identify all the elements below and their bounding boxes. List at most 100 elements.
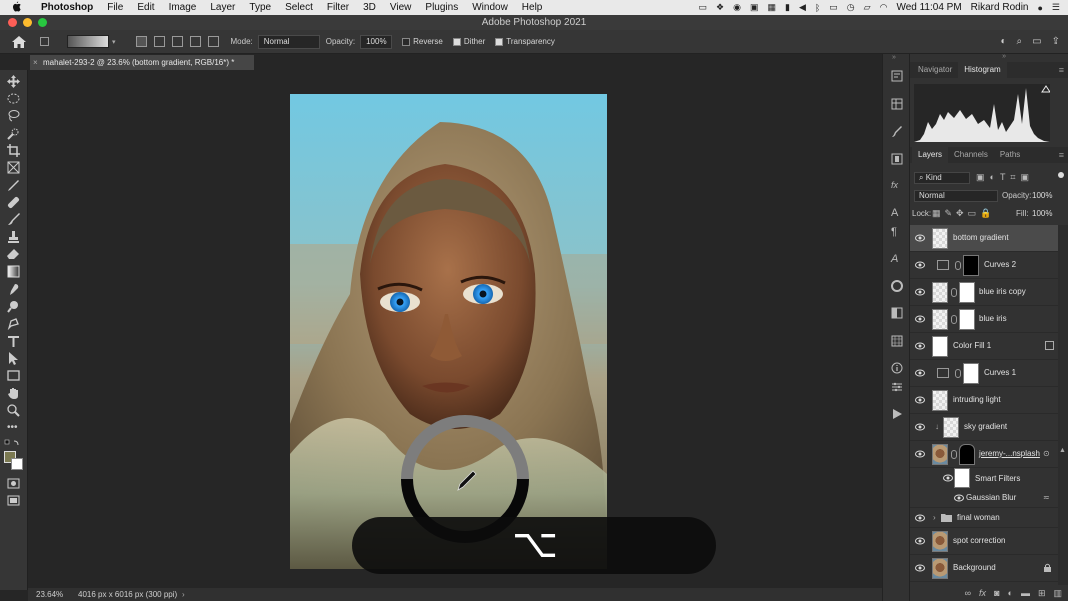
reverse-checkbox[interactable]: [402, 37, 411, 46]
menu-window[interactable]: Window: [465, 2, 515, 13]
reflected-gradient-button[interactable]: [189, 36, 201, 47]
eye-icon[interactable]: [915, 423, 925, 431]
eye-icon[interactable]: [915, 369, 925, 377]
link-icon[interactable]: [955, 369, 961, 378]
canvas-area[interactable]: [28, 70, 870, 588]
delete-layer-icon[interactable]: ▥: [1053, 588, 1062, 599]
new-group-icon[interactable]: ▬: [1021, 588, 1030, 598]
status-chevron-icon[interactable]: ›: [182, 588, 185, 601]
layer-row-color-fill-1[interactable]: Color Fill 1: [910, 333, 1058, 360]
paragraph-icon[interactable]: ¶: [891, 226, 903, 238]
brush-tool-icon[interactable]: [7, 213, 20, 226]
tab-paths[interactable]: Paths: [994, 147, 1026, 163]
scroll-up-icon[interactable]: ▲: [1059, 447, 1066, 454]
layer-row-smart-filters[interactable]: Smart Filters: [910, 468, 1058, 488]
minimize-window-button[interactable]: [23, 18, 32, 27]
rectangle-tool-icon[interactable]: [7, 369, 20, 382]
filter-options-icon[interactable]: ≂: [1043, 493, 1052, 502]
crop-tool-icon[interactable]: [7, 144, 20, 157]
menu-user[interactable]: Rikard Rodin: [971, 2, 1029, 13]
frame-tool-icon[interactable]: [7, 161, 20, 174]
expand-arrows-icon[interactable]: »: [1002, 53, 1006, 60]
menu-3d[interactable]: 3D: [356, 2, 383, 13]
eye-icon[interactable]: [915, 234, 925, 242]
eye-icon[interactable]: [915, 396, 925, 404]
properties-icon[interactable]: [891, 381, 903, 393]
layer-filter-icons[interactable]: ▣◐T⌗▣: [976, 172, 1034, 183]
layer-opacity-value[interactable]: 100%: [1032, 191, 1052, 200]
opacity-field[interactable]: 100%: [360, 34, 393, 49]
actions-play-icon[interactable]: [891, 408, 903, 420]
add-mask-icon[interactable]: ◙: [994, 588, 999, 598]
control-center-icon[interactable]: ☰: [1052, 2, 1060, 13]
home-icon[interactable]: [12, 35, 26, 48]
more-tools-icon[interactable]: •••: [7, 422, 20, 435]
search-icon[interactable]: ⌕: [1017, 36, 1023, 47]
angle-gradient-button[interactable]: [171, 36, 183, 47]
eye-icon[interactable]: [915, 514, 925, 522]
eye-icon[interactable]: [915, 315, 925, 323]
record-icon[interactable]: ◉: [733, 2, 741, 13]
layer-mask-thumbnail[interactable]: [959, 309, 975, 330]
eye-icon[interactable]: [915, 537, 925, 545]
tab-histogram[interactable]: Histogram: [958, 62, 1007, 78]
eye-icon[interactable]: [915, 261, 925, 269]
eye-icon[interactable]: [915, 564, 925, 572]
layer-row-sky-gradient[interactable]: ↓ sky gradient: [910, 414, 1058, 441]
link-icon[interactable]: [951, 288, 957, 297]
user-icon[interactable]: ◐: [1001, 36, 1007, 47]
path-selection-tool-icon[interactable]: [7, 352, 20, 365]
layer-row-jeremy-unsplash[interactable]: jeremy-...nsplash ⊙: [910, 441, 1058, 468]
tab-navigator[interactable]: Navigator: [912, 62, 958, 78]
siri-icon[interactable]: ●: [1037, 3, 1042, 13]
eye-icon[interactable]: [943, 474, 953, 482]
smart-filter-mask-thumbnail[interactable]: [954, 468, 970, 488]
radial-gradient-button[interactable]: [153, 36, 165, 47]
layer-row-blue-iris[interactable]: blue iris: [910, 306, 1058, 333]
layer-row-spot-correction[interactable]: spot correction: [910, 528, 1058, 555]
lock-icons[interactable]: ▦✎✥▭🔒: [932, 208, 995, 219]
link-icon[interactable]: [955, 261, 961, 270]
smart-filter-badge-icon[interactable]: ⊙: [1043, 449, 1052, 458]
screen-mode-icon[interactable]: [7, 494, 20, 507]
quick-mask-icon[interactable]: [7, 477, 20, 490]
chevron-right-icon[interactable]: ›: [933, 513, 936, 522]
type-tool-icon[interactable]: [7, 335, 20, 348]
bookmark-icon[interactable]: ▮: [785, 2, 790, 13]
layer-mask-thumbnail[interactable]: [959, 444, 975, 465]
share-icon[interactable]: ⇪: [1052, 36, 1060, 47]
glyphs-icon[interactable]: A: [891, 253, 903, 265]
diamond-gradient-button[interactable]: [207, 36, 219, 47]
airplay-icon[interactable]: ▱: [864, 2, 871, 13]
layer-row-curves-2[interactable]: Curves 2: [910, 252, 1058, 279]
dither-checkbox[interactable]: [452, 37, 461, 46]
close-tab-icon[interactable]: ×: [33, 55, 38, 70]
blend-mode-select[interactable]: Normal: [914, 190, 998, 202]
menu-help[interactable]: Help: [515, 2, 550, 13]
layer-row-intruding-light[interactable]: intruding light: [910, 387, 1058, 414]
add-style-icon[interactable]: fx: [979, 588, 986, 598]
lasso-tool-icon[interactable]: [7, 109, 20, 122]
menu-select[interactable]: Select: [278, 2, 320, 13]
linear-gradient-button[interactable]: [135, 36, 147, 47]
tab-channels[interactable]: Channels: [948, 147, 994, 163]
layer-filter-kind[interactable]: ⌕ Kind: [914, 172, 970, 184]
color-wheel-icon[interactable]: [891, 280, 903, 292]
eyedropper-tool-icon[interactable]: [7, 179, 20, 192]
gradient-swatch[interactable]: [67, 35, 109, 48]
layers-menu-icon[interactable]: ≡: [1059, 150, 1064, 160]
layer-row-blue-iris-copy[interactable]: blue iris copy: [910, 279, 1058, 306]
menu-image[interactable]: Image: [162, 2, 204, 13]
hand-tool-icon[interactable]: [7, 387, 20, 400]
menu-edit[interactable]: Edit: [130, 2, 161, 13]
menu-type[interactable]: Type: [242, 2, 278, 13]
layer-mask-thumbnail[interactable]: [963, 255, 979, 276]
mode-select[interactable]: Normal: [257, 34, 320, 49]
menu-file[interactable]: File: [100, 2, 130, 13]
layer-row-background[interactable]: Background: [910, 555, 1058, 582]
smudge-tool-icon[interactable]: [7, 283, 20, 296]
styles-fx-icon[interactable]: fx: [891, 180, 903, 192]
eye-icon[interactable]: [954, 494, 964, 502]
clone-source-icon[interactable]: [891, 153, 903, 165]
close-window-button[interactable]: [8, 18, 17, 27]
